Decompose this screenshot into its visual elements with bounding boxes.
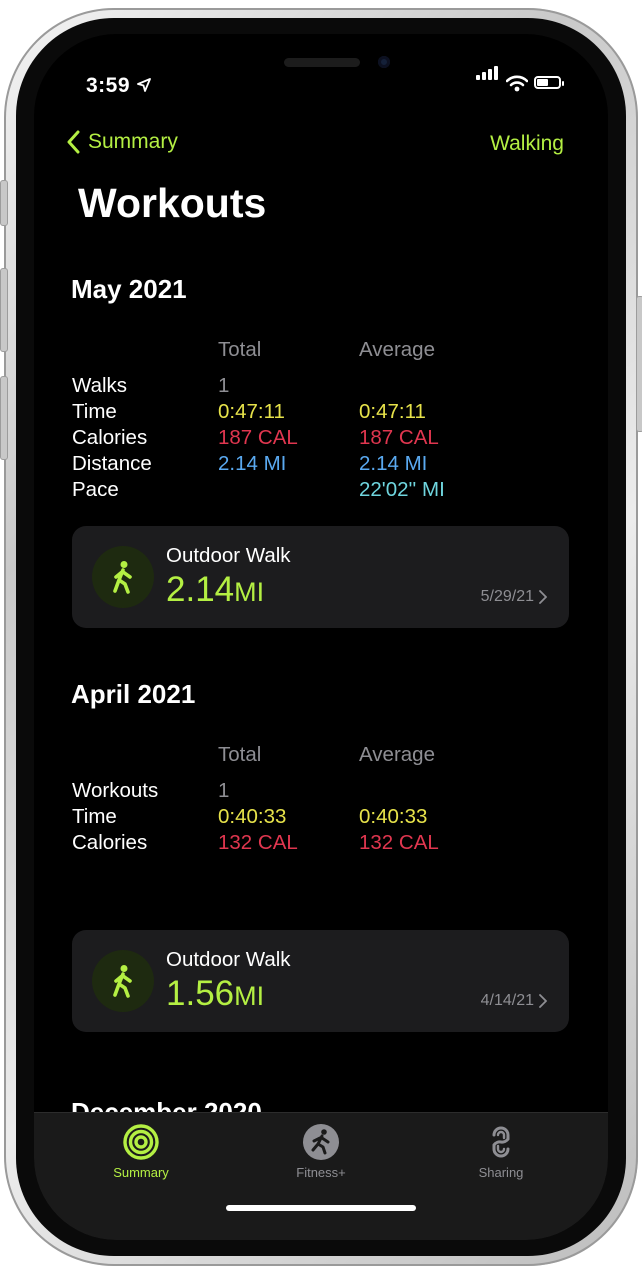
activity-rings-icon <box>123 1124 159 1160</box>
stat-total: 1 <box>218 374 230 397</box>
status-time: 3:59 <box>86 74 131 97</box>
walking-filter-button[interactable]: Walking <box>490 132 564 156</box>
stat-average: 132 CAL <box>359 831 439 854</box>
stat-label: Distance <box>72 452 152 475</box>
walker-icon <box>92 950 154 1012</box>
section-title-may-2021: May 2021 <box>71 274 187 304</box>
stat-label: Walks <box>72 374 128 397</box>
stat-label: Time <box>72 400 117 423</box>
stat-total: 0:40:33 <box>218 805 287 828</box>
back-button[interactable]: Summary <box>66 130 178 154</box>
walker-icon <box>92 546 154 608</box>
tab-label: Summary <box>113 1165 169 1180</box>
stat-average: 2.14 MI <box>359 452 428 475</box>
col-header-total: Total <box>218 743 262 766</box>
section-title-april-2021: April 2021 <box>71 679 196 709</box>
col-header-average: Average <box>359 743 435 766</box>
front-camera <box>378 56 390 68</box>
stat-total: 1 <box>218 779 230 802</box>
workout-card-outdoor-walk-may[interactable]: Outdoor Walk 2.14MI 5/29/21 <box>72 526 569 628</box>
workout-date: 5/29/21 <box>481 588 547 606</box>
stat-label: Calories <box>72 426 148 449</box>
distance-value: 2.14 <box>166 570 235 609</box>
phone-bezel: 3:59 Summary Walking Workouts May 2021 T… <box>16 18 626 1256</box>
tab-sharing[interactable]: Sharing <box>441 1123 561 1180</box>
stat-total: 0:47:11 <box>218 400 285 423</box>
volume-down-button <box>0 376 8 460</box>
stat-total: 2.14 MI <box>218 452 287 475</box>
stat-label: Pace <box>72 478 119 501</box>
fitness-plus-runner-icon <box>303 1124 339 1160</box>
chevron-left-icon <box>67 130 80 154</box>
power-button <box>636 296 642 432</box>
earpiece-speaker <box>284 58 360 67</box>
distance-value: 1.56 <box>166 974 235 1013</box>
mute-switch <box>0 180 8 226</box>
tab-bar: Summary Fitness+ Sharing <box>34 1112 608 1240</box>
stat-average: 0:47:11 <box>359 400 426 423</box>
tab-fitness-plus[interactable]: Fitness+ <box>261 1123 381 1180</box>
workout-type: Outdoor Walk <box>166 948 291 971</box>
workout-date-text: 4/14/21 <box>480 992 534 1009</box>
stat-total: 132 CAL <box>218 831 298 854</box>
workout-distance: 2.14MI <box>166 570 264 610</box>
wifi-icon <box>506 75 528 92</box>
stat-average: 22'02'' MI <box>359 478 445 501</box>
chevron-right-icon <box>539 590 547 604</box>
stats-may-2021: Total Average Walks 1 Time 0:47:11 0:47:… <box>72 338 542 508</box>
sharing-icon <box>492 1126 510 1158</box>
page-title: Workouts <box>78 180 267 226</box>
tab-label: Fitness+ <box>296 1165 346 1180</box>
tab-label: Sharing <box>478 1165 524 1180</box>
col-header-total: Total <box>218 338 262 361</box>
stat-average: 187 CAL <box>359 426 439 449</box>
distance-unit: MI <box>234 577 265 607</box>
workout-card-outdoor-walk-april[interactable]: Outdoor Walk 1.56MI 4/14/21 <box>72 930 569 1032</box>
workout-distance: 1.56MI <box>166 974 264 1014</box>
workout-date: 4/14/21 <box>481 992 547 1010</box>
distance-unit: MI <box>234 981 265 1011</box>
home-indicator[interactable] <box>226 1205 416 1211</box>
workout-type: Outdoor Walk <box>166 544 291 567</box>
screen: 3:59 Summary Walking Workouts May 2021 T… <box>34 34 608 1240</box>
tab-summary[interactable]: Summary <box>81 1123 201 1180</box>
chevron-right-icon <box>539 994 547 1008</box>
battery-icon <box>534 76 564 89</box>
stat-average: 0:40:33 <box>359 805 428 828</box>
stat-total: 187 CAL <box>218 426 298 449</box>
stat-label: Calories <box>72 831 148 854</box>
volume-up-button <box>0 268 8 352</box>
location-arrow-icon <box>137 78 151 92</box>
col-header-average: Average <box>359 338 435 361</box>
workout-date-text: 5/29/21 <box>480 588 534 605</box>
back-label: Summary <box>88 130 178 153</box>
stat-label: Time <box>72 805 117 828</box>
stat-label: Workouts <box>72 779 159 802</box>
stats-april-2021: Total Average Workouts 1 Time 0:40:33 0:… <box>72 743 542 854</box>
